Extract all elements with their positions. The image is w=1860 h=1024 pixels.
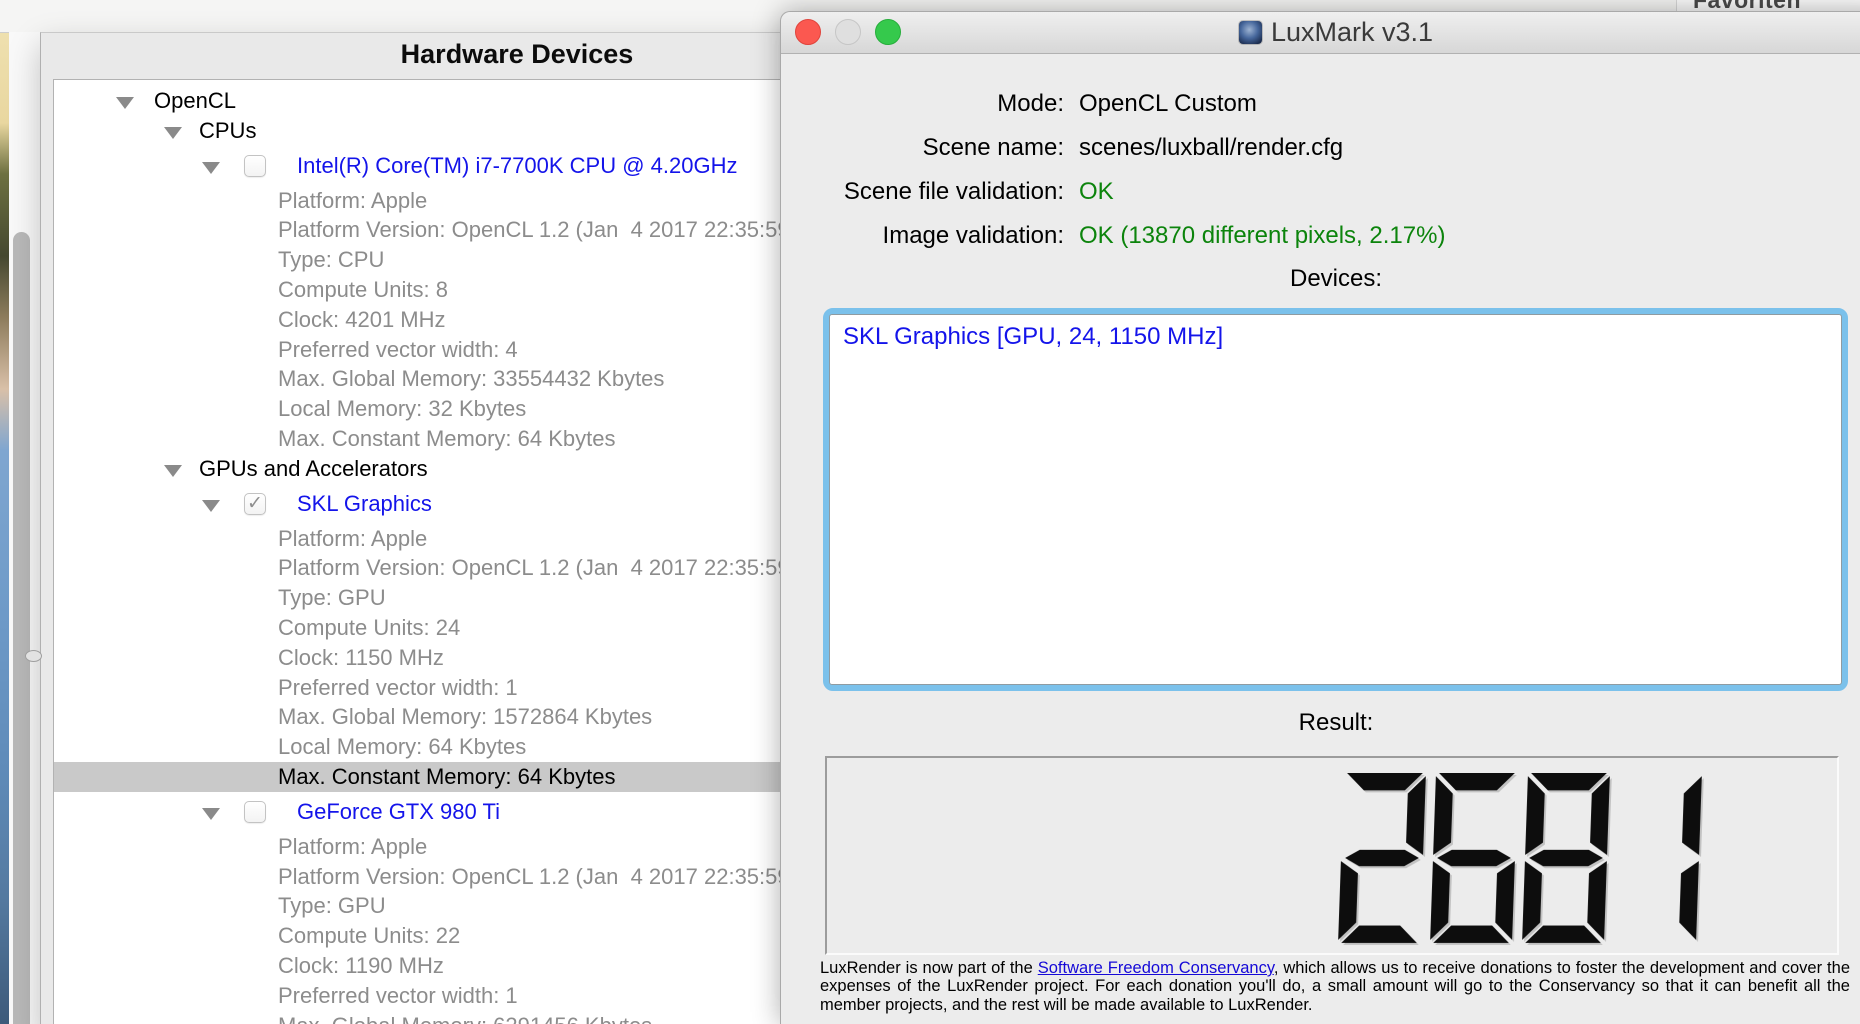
background-favorites-pane: Favoriten (1676, 0, 1860, 11)
scene-validation-value: OK (1079, 178, 1114, 205)
background-scrollbar-track (9, 32, 41, 1024)
lcd-digits (1336, 773, 1704, 943)
scene-name-value: scenes/luxball/render.cfg (1079, 134, 1344, 161)
tree-row-label: Clock: 1150 MHz (278, 644, 444, 670)
result-section-label: Result: (1298, 709, 1374, 736)
luxmark-title-group: LuxMark v3.1 (781, 12, 1860, 53)
tree-row-label: Max. Constant Memory: 64 Kbytes (278, 426, 616, 451)
tree-row-label: Platform: Apple (278, 187, 428, 213)
tree-row-label: Local Memory: 64 Kbytes (278, 734, 527, 760)
tree-row-label: Preferred vector width: 4 (278, 336, 518, 362)
tree-row-label: Preferred vector width: 1 (278, 982, 518, 1008)
disclosure-triangle-icon[interactable] (202, 807, 220, 820)
lcd-digit (1679, 776, 1702, 940)
disclosure-triangle-icon[interactable] (202, 161, 220, 174)
tree-row-label: CPUs (199, 117, 257, 143)
device-list-item[interactable]: SKL Graphics [GPU, 24, 1150 MHz] (830, 315, 1841, 359)
tree-row-label: Type: GPU (278, 585, 386, 611)
tree-row-label: Type: GPU (278, 893, 386, 919)
luxmark-app-icon (1238, 21, 1262, 44)
tree-row-label: Compute Units: 22 (278, 923, 461, 949)
tree-row-label: Type: CPU (278, 247, 385, 273)
tree-row-label: Compute Units: 8 (278, 277, 448, 302)
luxmark-title: LuxMark v3.1 (1270, 17, 1434, 47)
luxmark-titlebar[interactable]: LuxMark v3.1 (781, 12, 1860, 54)
device-checkbox-checked[interactable]: ✓ (244, 492, 266, 515)
tree-row-label: Max. Global Memory: 33554432 Kbytes (278, 366, 665, 392)
tree-row-label: SKL Graphics (297, 490, 432, 516)
background-scrollbar-thumb[interactable] (13, 232, 30, 1024)
lcd-digit (1338, 773, 1426, 943)
tree-row-label: Local Memory: 32 Kbytes (278, 396, 527, 422)
devices-list[interactable]: SKL Graphics [GPU, 24, 1150 MHz] (823, 308, 1848, 691)
screen: Favoriten Hardware Devices OpenCLCPUsInt… (0, 0, 1860, 1024)
devices-section-label: Devices: (1289, 265, 1383, 292)
tree-row-label: Clock: 1190 MHz (278, 953, 444, 978)
disclosure-triangle-icon[interactable] (164, 464, 182, 477)
mode-label: Mode: (997, 90, 1064, 117)
lcd-digit (1522, 773, 1610, 943)
tree-row-label: Platform: Apple (278, 525, 428, 551)
device-checkbox[interactable] (244, 154, 266, 177)
favorites-label: Favoriten (1693, 0, 1801, 11)
device-checkbox[interactable] (244, 800, 266, 823)
result-lcd (825, 756, 1839, 955)
desktop-wallpaper (0, 0, 9, 1024)
scene-validation-label: Scene file validation: (843, 178, 1064, 205)
tree-row-label: Platform Version: OpenCL 1.2 (Jan 4 2017… (278, 863, 790, 889)
image-validation-label: Image validation: (882, 222, 1064, 249)
disclosure-triangle-icon[interactable] (116, 96, 134, 109)
tree-row-label: Compute Units: 24 (278, 615, 461, 640)
disclosure-triangle-icon[interactable] (164, 126, 182, 139)
tree-row-label: OpenCL (154, 88, 236, 113)
background-scroll-knob (25, 650, 42, 662)
scene-name-row: Scene name: scenes/luxball/render.cfg (781, 126, 1860, 170)
tree-row-label: Platform Version: OpenCL 1.2 (Jan 4 2017… (278, 217, 790, 243)
tree-row-label: Intel(R) Core(TM) i7-7700K CPU @ 4.20GHz (297, 152, 738, 178)
tree-row-label: GeForce GTX 980 Ti (297, 798, 500, 824)
disclosure-triangle-icon[interactable] (202, 499, 220, 512)
benchmark-info-fields: Mode: OpenCL Custom Scene name: scenes/l… (781, 82, 1860, 258)
tree-row-label: Preferred vector width: 1 (278, 674, 518, 700)
tree-row-label: GPUs and Accelerators (199, 455, 428, 481)
tree-row-label: Platform Version: OpenCL 1.2 (Jan 4 2017… (278, 555, 790, 581)
tree-row-label: Max. Constant Memory: 64 Kbytes (278, 764, 616, 789)
conservancy-link[interactable]: Software Freedom Conservancy (1038, 959, 1274, 977)
donation-note: LuxRender is now part of the Software Fr… (820, 959, 1850, 1014)
tree-row-label: Max. Global Memory: 6291456 Kbytes (278, 1011, 652, 1024)
mode-value: OpenCL Custom (1079, 90, 1257, 117)
donation-note-pre: LuxRender is now part of the (820, 959, 1038, 977)
mode-row: Mode: OpenCL Custom (781, 82, 1860, 126)
image-validation-value: OK (13870 different pixels, 2.17%) (1079, 222, 1446, 249)
lcd-digit (1430, 773, 1515, 943)
scene-validation-row: Scene file validation: OK (781, 170, 1860, 214)
luxmark-window: LuxMark v3.1 Mode: OpenCL Custom Scene n… (780, 11, 1860, 1024)
image-validation-row: Image validation: OK (13870 different pi… (781, 214, 1860, 258)
tree-row-label: Max. Global Memory: 1572864 Kbytes (278, 704, 653, 730)
tree-row-label: Clock: 4201 MHz (278, 306, 446, 332)
devices-list-inner: SKL Graphics [GPU, 24, 1150 MHz] (829, 314, 1842, 685)
tree-row-label: Platform: Apple (278, 833, 428, 859)
scene-name-label: Scene name: (922, 134, 1064, 161)
